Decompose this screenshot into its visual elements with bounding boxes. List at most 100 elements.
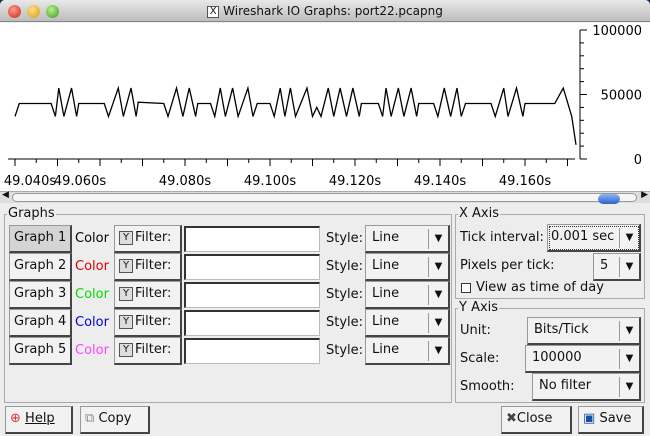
y-axis-legend: Y Axis bbox=[458, 300, 500, 315]
graph-3-filter-input[interactable] bbox=[184, 282, 320, 308]
style-label: Style: bbox=[326, 315, 364, 330]
graph-label: Graph 2 bbox=[14, 258, 67, 273]
chevron-down-icon: ▼ bbox=[428, 341, 448, 361]
graph-3-filter-button[interactable]: Y Filter: bbox=[114, 281, 182, 309]
time-of-day-checkbox[interactable] bbox=[461, 283, 471, 293]
style-value: Line bbox=[372, 314, 400, 329]
copy-icon: ⧉ bbox=[85, 411, 95, 426]
filter-funnel-icon: Y bbox=[119, 314, 133, 329]
style-value: Line bbox=[372, 342, 400, 357]
graph-5-filter-button[interactable]: Y Filter: bbox=[114, 337, 182, 365]
scroll-left-arrow-icon[interactable]: ◀ bbox=[2, 190, 9, 200]
smooth-value: No filter bbox=[539, 378, 592, 393]
help-button[interactable]: ⊕ Help bbox=[5, 406, 73, 434]
graph-3-style-select[interactable]: Line ▼ bbox=[365, 281, 450, 309]
lifebuoy-icon: ⊕ bbox=[10, 411, 21, 426]
horizontal-scrollbar[interactable]: ◀ ▶ bbox=[0, 190, 650, 204]
graph-2-button[interactable]: Graph 2 bbox=[9, 253, 72, 281]
graph-2-filter-button[interactable]: Y Filter: bbox=[114, 253, 182, 281]
title-bar: X Wireshark IO Graphs: port22.pcapng bbox=[0, 0, 650, 22]
chevron-down-icon: ▼ bbox=[619, 349, 639, 369]
graph-5-style-select[interactable]: Line ▼ bbox=[365, 337, 450, 365]
scale-label: Scale: bbox=[460, 351, 500, 366]
graph-1-style-select[interactable]: Line ▼ bbox=[365, 225, 450, 253]
save-label: Save bbox=[599, 411, 632, 426]
filter-label: Filter: bbox=[135, 286, 172, 301]
window-title: Wireshark IO Graphs: port22.pcapng bbox=[223, 4, 443, 18]
chevron-down-icon: ▼ bbox=[428, 313, 448, 333]
y-tick-label: 100000 bbox=[592, 24, 642, 39]
tick-interval-select[interactable]: 0.001 sec ▼ bbox=[547, 224, 641, 252]
x-tick-label: 49.040s bbox=[4, 174, 56, 189]
graph-2-filter-input[interactable] bbox=[184, 254, 320, 280]
filter-funnel-icon: Y bbox=[119, 258, 133, 273]
graph-4-button[interactable]: Graph 4 bbox=[9, 309, 72, 337]
x11-icon: X bbox=[207, 5, 220, 18]
chevron-down-icon: ▼ bbox=[428, 285, 448, 305]
graph-3-button[interactable]: Graph 3 bbox=[9, 281, 72, 309]
save-button[interactable]: ▣ Save bbox=[578, 406, 644, 434]
chevron-down-icon: ▼ bbox=[619, 228, 639, 248]
series-line-graph-1 bbox=[14, 85, 577, 145]
unit-value: Bits/Tick bbox=[534, 322, 589, 337]
close-label: Close bbox=[516, 411, 553, 426]
x-tick-label: 49.160s bbox=[499, 174, 551, 189]
scrollbar-thumb[interactable] bbox=[598, 194, 620, 204]
chevron-down-icon: ▼ bbox=[619, 377, 639, 397]
y-tick-label: 50000 bbox=[601, 89, 642, 104]
tick-interval-value: 0.001 sec bbox=[551, 229, 615, 244]
graph-5-button[interactable]: Graph 5 bbox=[9, 337, 72, 365]
graph-1-filter-button[interactable]: Y Filter: bbox=[114, 225, 182, 253]
zoom-window-button[interactable] bbox=[46, 5, 59, 18]
io-graph-chart: 49.040s49.060s 49.080s 49.100s 49.120s 49.14… bbox=[4, 24, 642, 189]
chevron-down-icon: ▼ bbox=[619, 321, 639, 341]
graphs-legend: Graphs bbox=[7, 206, 56, 221]
graph-1-filter-input[interactable] bbox=[184, 226, 320, 252]
graph-4-filter-button[interactable]: Y Filter: bbox=[114, 309, 182, 337]
io-graphs-window: X Wireshark IO Graphs: port22.pcapng 49.0… bbox=[0, 0, 650, 436]
graph-1-color-label[interactable]: Color bbox=[75, 226, 109, 252]
graph-4-filter-input[interactable] bbox=[184, 310, 320, 336]
copy-button[interactable]: ⧉ Copy bbox=[80, 406, 150, 434]
smooth-label: Smooth: bbox=[460, 379, 515, 394]
graph-label: Graph 4 bbox=[14, 314, 67, 329]
filter-funnel-icon: Y bbox=[119, 230, 133, 245]
graph-2-color-label[interactable]: Color bbox=[75, 254, 109, 280]
scroll-right-arrow-icon[interactable]: ▶ bbox=[641, 190, 648, 200]
graph-4-color-label[interactable]: Color bbox=[75, 310, 109, 336]
style-value: Line bbox=[372, 230, 400, 245]
copy-label: Copy bbox=[98, 411, 132, 426]
graph-3-color-label[interactable]: Color bbox=[75, 282, 109, 308]
minimize-window-button[interactable] bbox=[27, 5, 40, 18]
x-tick-label: 49.080s bbox=[159, 174, 211, 189]
graph-5-filter-input[interactable] bbox=[184, 338, 320, 364]
x-tick-label: 49.100s bbox=[244, 174, 296, 189]
style-label: Style: bbox=[326, 343, 364, 358]
close-button[interactable]: ✖Close bbox=[501, 406, 572, 434]
help-label: Help bbox=[25, 411, 55, 426]
graph-area[interactable]: 49.040s 49.060s 49.080s 49.100s 49.120s 49.14… bbox=[0, 23, 650, 191]
graph-2-style-select[interactable]: Line ▼ bbox=[365, 253, 450, 281]
time-of-day-label[interactable]: View as time of day bbox=[476, 275, 604, 301]
close-x-icon: ✖ bbox=[506, 411, 517, 426]
unit-select[interactable]: Bits/Tick ▼ bbox=[527, 317, 641, 345]
style-label: Style: bbox=[326, 259, 364, 274]
filter-label: Filter: bbox=[135, 230, 172, 245]
graph-4-style-select[interactable]: Line ▼ bbox=[365, 309, 450, 337]
close-window-button[interactable] bbox=[8, 5, 21, 18]
graph-label: Graph 1 bbox=[14, 230, 67, 245]
scrollbar-track[interactable] bbox=[12, 193, 637, 204]
x-axis-legend: X Axis bbox=[458, 206, 501, 221]
graph-1-button[interactable]: Graph 1 bbox=[9, 225, 72, 253]
chevron-down-icon: ▼ bbox=[619, 257, 639, 277]
chevron-down-icon: ▼ bbox=[428, 229, 448, 249]
graph-label: Graph 3 bbox=[14, 286, 67, 301]
style-label: Style: bbox=[326, 287, 364, 302]
x-tick-label: 49.120s bbox=[329, 174, 381, 189]
filter-funnel-icon: Y bbox=[119, 342, 133, 357]
scale-select[interactable]: 100000 ▼ bbox=[525, 345, 641, 373]
graph-label: Graph 5 bbox=[14, 342, 67, 357]
pixels-per-tick-value: 5 bbox=[600, 258, 609, 273]
smooth-select[interactable]: No filter ▼ bbox=[532, 373, 641, 401]
graph-5-color-label[interactable]: Color bbox=[75, 338, 109, 364]
